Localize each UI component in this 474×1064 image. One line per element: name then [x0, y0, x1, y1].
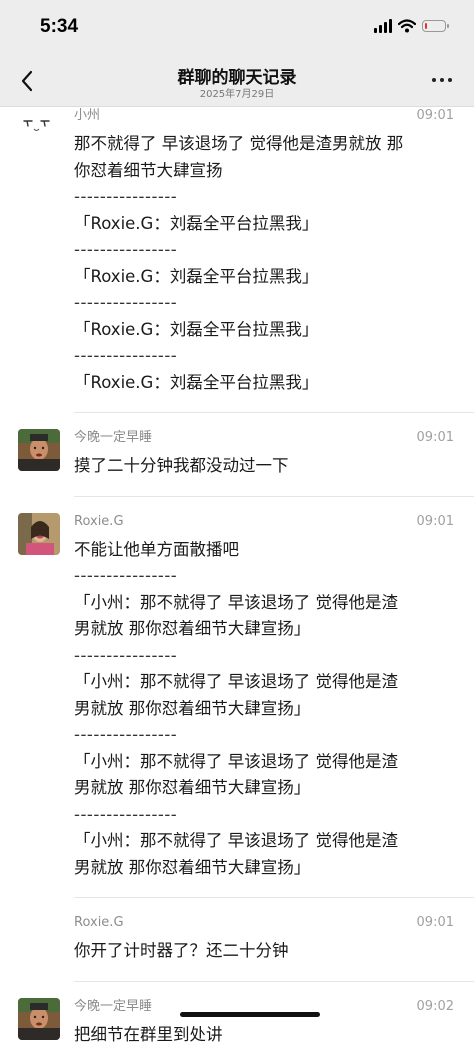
- quote-divider: ----------------: [74, 343, 454, 370]
- message-time: 09:01: [417, 107, 454, 125]
- message-body: 不能让他单方面散播吧----------------「小州：那不就得了 早该退场…: [74, 537, 474, 882]
- message-line: 男就放 那你怼着细节大肆宣扬」: [74, 775, 454, 802]
- message-line: 你开了计时器了？还二十分钟: [74, 938, 454, 965]
- chat-history-list: 小州09:01那不就得了 早该退场了 觉得他是渣男就放 那你怼着细节大肆宣扬--…: [0, 107, 474, 1064]
- message-line: 「小州：那不就得了 早该退场了 觉得他是渣: [74, 590, 454, 617]
- message-line: 男就放 那你怼着细节大肆宣扬」: [74, 855, 454, 882]
- avatar[interactable]: [18, 513, 60, 555]
- message-line: 「小州：那不就得了 早该退场了 觉得他是渣: [74, 828, 454, 855]
- message-time: 09:02: [417, 998, 454, 1016]
- message-line: 「Roxie.G：刘磊全平台拉黑我」: [74, 317, 454, 344]
- quote-divider: ----------------: [74, 290, 454, 317]
- message-body: 摸了二十分钟我都没动过一下: [74, 453, 474, 480]
- sender-name: 今晚一定早睡: [74, 429, 474, 447]
- message-body: 把细节在群里到处讲: [74, 1022, 474, 1049]
- message-line: 「小州：那不就得了 早该退场了 觉得他是渣: [74, 669, 454, 696]
- home-indicator: [180, 1012, 320, 1017]
- chat-message[interactable]: 今晚一定早睡09:02把细节在群里到处讲: [74, 982, 474, 1064]
- message-line: 那不就得了 早该退场了 觉得他是渣男就放 那: [74, 131, 454, 158]
- message-body: 你开了计时器了？还二十分钟: [74, 938, 474, 965]
- quote-divider: ----------------: [74, 802, 454, 829]
- message-time: 09:01: [417, 513, 454, 531]
- wifi-icon: [398, 19, 416, 33]
- message-time: 09:01: [417, 914, 454, 932]
- message-line: 摸了二十分钟我都没动过一下: [74, 453, 454, 480]
- avatar[interactable]: [18, 111, 60, 153]
- status-time: 5:34: [40, 16, 78, 38]
- sender-name: Roxie.G: [74, 914, 474, 932]
- battery-fill: [425, 23, 427, 29]
- status-icons: [374, 19, 446, 33]
- message-line: 不能让他单方面散播吧: [74, 537, 454, 564]
- quote-divider: ----------------: [74, 563, 454, 590]
- sender-name: Roxie.G: [74, 513, 474, 531]
- message-time: 09:01: [417, 429, 454, 447]
- status-bar: 5:34: [0, 0, 474, 58]
- message-line: 你怼着细节大肆宣扬: [74, 158, 454, 185]
- quote-divider: ----------------: [74, 237, 454, 264]
- sender-name: 小州: [74, 107, 474, 125]
- message-line: 男就放 那你怼着细节大肆宣扬」: [74, 696, 454, 723]
- message-line: 「Roxie.G：刘磊全平台拉黑我」: [74, 211, 454, 238]
- message-line: 「Roxie.G：刘磊全平台拉黑我」: [74, 264, 454, 291]
- battery-icon: [422, 20, 446, 32]
- page-date: 2025年7月29日: [0, 85, 474, 100]
- chat-message[interactable]: 今晚一定早睡09:01 摸了二十分钟我都没动过一下: [74, 413, 474, 497]
- message-line: 「小州：那不就得了 早该退场了 觉得他是渣: [74, 749, 454, 776]
- message-line: 「Roxie.G：刘磊全平台拉黑我」: [74, 370, 454, 397]
- chat-message[interactable]: Roxie.G09:01不能让他单方面散播吧----------------「小…: [74, 497, 474, 899]
- chat-message[interactable]: 小州09:01那不就得了 早该退场了 觉得他是渣男就放 那你怼着细节大肆宣扬--…: [74, 107, 474, 413]
- ellipsis-icon[interactable]: [432, 78, 452, 82]
- nav-bar: 群聊的聊天记录 2025年7月29日: [0, 58, 474, 107]
- message-line: 男就放 那你怼着细节大肆宣扬」: [74, 616, 454, 643]
- chat-message[interactable]: Roxie.G09:01 你开了计时器了？还二十分钟: [74, 898, 474, 982]
- avatar[interactable]: [18, 429, 60, 471]
- quote-divider: ----------------: [74, 184, 454, 211]
- avatar[interactable]: [18, 998, 60, 1040]
- quote-divider: ----------------: [74, 722, 454, 749]
- signal-icon: [374, 19, 392, 33]
- quote-divider: ----------------: [74, 643, 454, 670]
- message-line: 把细节在群里到处讲: [74, 1022, 454, 1049]
- message-body: 那不就得了 早该退场了 觉得他是渣男就放 那你怼着细节大肆宣扬---------…: [74, 131, 474, 396]
